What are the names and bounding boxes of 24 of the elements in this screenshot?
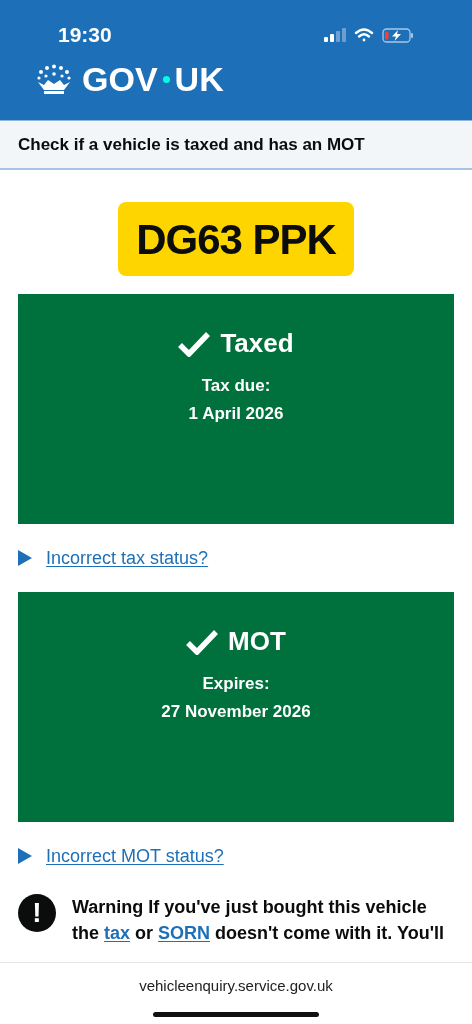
wifi-icon	[354, 28, 374, 42]
status-time: 19:30	[58, 22, 112, 49]
expand-triangle-icon	[18, 848, 32, 864]
status-title: Taxed	[220, 327, 294, 360]
warning-link[interactable]: SORN	[158, 923, 211, 943]
details-link[interactable]: Incorrect tax status?	[46, 544, 209, 572]
number-plate: DG63 PPK	[118, 202, 354, 276]
warning-icon: !	[18, 894, 56, 932]
signal-icon	[324, 28, 346, 42]
check-icon	[186, 628, 219, 655]
warning-link[interactable]: tax	[104, 923, 131, 943]
details-link[interactable]: Incorrect MOT status?	[46, 842, 224, 870]
status-label: Tax due:	[201, 375, 271, 397]
status-title: MOT	[228, 625, 286, 658]
status-date: 1 April 2026	[188, 402, 284, 425]
status-date: 27 November 2026	[161, 700, 311, 723]
status-label: Expires:	[202, 673, 270, 695]
crown-icon	[36, 64, 72, 94]
battery-icon	[382, 27, 414, 43]
check-icon	[178, 330, 211, 357]
url-text[interactable]: vehicleenquiry.service.gov.uk	[139, 975, 333, 998]
expand-triangle-icon	[18, 550, 32, 566]
warning-text: Warning If you've just bought this vehicle the tax or SORN doesn't come with it. You'll	[72, 896, 445, 945]
govuk-logo[interactable]: GOV UK	[82, 62, 224, 96]
